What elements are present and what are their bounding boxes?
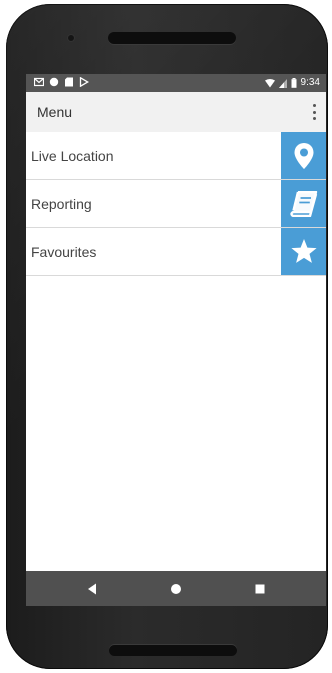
gmail-icon [34,77,44,87]
sd-card-icon [65,77,73,87]
menu-item-label: Reporting [31,196,92,212]
menu-item-reporting[interactable]: Reporting [26,180,326,228]
wifi-icon [264,78,275,87]
battery-icon [291,78,297,88]
play-store-icon [79,77,89,87]
system-status: 9:34 [264,76,320,90]
map-pin-icon[interactable] [281,132,326,179]
top-speaker [108,32,236,44]
phone-frame: 9:34 Menu Live Location Reporting Favour… [6,4,328,669]
signal-icon [278,78,287,88]
app-bar: Menu [26,92,326,133]
more-vert-icon[interactable] [312,104,316,120]
front-camera [68,35,74,41]
home-icon[interactable] [168,581,184,597]
menu-list: Live Location Reporting Favourites [26,132,326,276]
navigation-bar [26,571,326,606]
back-icon[interactable] [84,581,100,597]
screen: 9:34 Menu Live Location Reporting Favour… [26,74,326,606]
menu-item-live-location[interactable]: Live Location [26,132,326,180]
bottom-speaker [109,645,237,656]
recents-icon[interactable] [252,581,268,597]
page-title: Menu [37,104,73,120]
status-bar: 9:34 [26,74,326,92]
menu-item-label: Favourites [31,244,97,260]
notification-icons [34,77,89,87]
clock: 9:34 [300,77,320,88]
menu-item-favourites[interactable]: Favourites [26,228,326,276]
menu-item-label: Live Location [31,148,114,164]
book-icon[interactable] [281,180,326,227]
circle-app-icon [49,77,59,87]
star-icon[interactable] [281,228,326,275]
